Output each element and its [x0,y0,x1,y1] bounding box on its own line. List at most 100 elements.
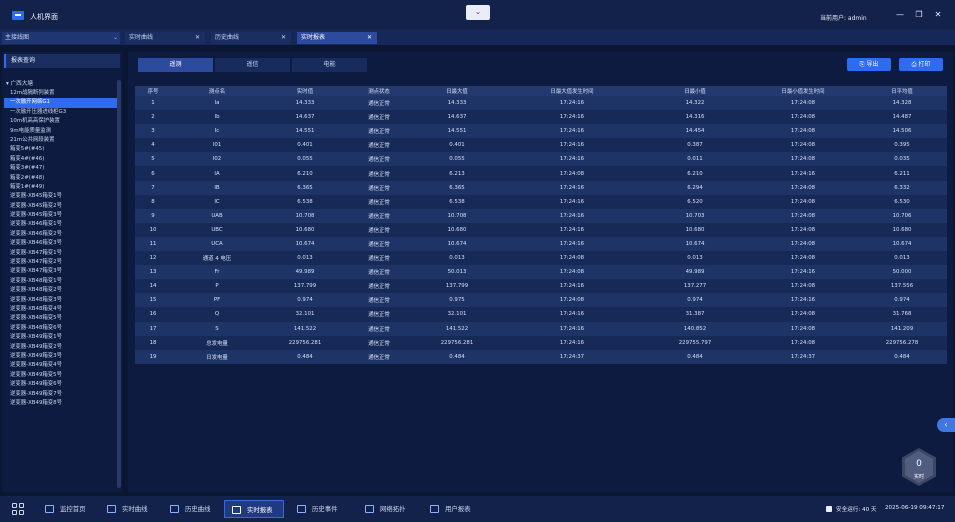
table-row[interactable]: 9 UAB 10.708 通信正常 10.708 17:24:16 10.703 17:24:… [135,208,947,223]
tree-item[interactable]: 12m战隔断列装置 [4,89,118,98]
table-row[interactable]: 1 Ia 14.333 通信正常 14.333 17:24:16 14.322 17:24:0… [135,96,947,111]
lock-icon [826,506,832,512]
table-row[interactable]: 18 总发电量 229756.281 通信正常 229756.281 17:24:16 22… [135,335,947,350]
subtab-energy[interactable]: 电能 [292,58,367,72]
diagram-select[interactable]: 主接线图 ⌄ [2,32,120,44]
tree-item[interactable]: 逆变器-XB46箱变2号 [4,230,118,239]
table-row[interactable]: 7 IB 6.365 通信正常 6.365 17:24:16 6.294 17:24:08 6.… [135,180,947,195]
close-tab-icon[interactable]: ✕ [367,32,372,44]
table-cell: 0.013 [641,251,749,266]
table-cell: 通信正常 [347,349,411,364]
tree-item[interactable]: 逆变器-XB48箱变5号 [4,314,118,323]
subtab-telesignal[interactable]: 遥信 [215,58,290,72]
tree-item[interactable]: 逆变器-XB45箱变2号 [4,202,118,211]
table-row[interactable]: 4 I01 0.401 通信正常 0.401 17:24:16 0.387 17:24:08 0… [135,138,947,153]
table-row[interactable]: 14 P 137.799 通信正常 137.799 17:24:16 137.277 17:2… [135,279,947,294]
export-button[interactable]: ⎘ 导出 [847,58,891,71]
table-row[interactable]: 12 通道 4 电压 0.013 通信正常 0.013 17:24:08 0.013 17:2… [135,251,947,266]
tree-item[interactable]: 逆变器-XB49箱变8号 [4,399,118,408]
nav-user-report[interactable]: 用户报表 [423,500,481,518]
tree-item[interactable]: 逆变器-XB47箱变1号 [4,249,118,258]
tree-item[interactable]: 逆变器-XB49箱变4号 [4,361,118,370]
table-row[interactable]: 8 IC 6.538 通信正常 6.538 17:24:16 6.520 17:24:08 6.… [135,194,947,209]
tree-item[interactable]: 逆变器-XB48箱变3号 [4,296,118,305]
tree-item[interactable]: 逆变器-XB46箱变3号 [4,239,118,248]
table-row[interactable]: 19 日发电量 0.484 通信正常 0.484 17:24:37 0.484 17:24:3… [135,349,947,364]
table-cell: 6.332 [857,180,947,195]
tree-item[interactable]: 逆变器-XB49箱变1号 [4,333,118,342]
table-cell: 17:24:08 [749,307,857,322]
tree-item[interactable]: 9m电能质量监测 [4,127,118,136]
table-row[interactable]: 11 UCA 10.674 通信正常 10.674 17:24:16 10.674 17:24… [135,236,947,252]
nav-realtime-report[interactable]: 实时报表 [224,500,284,518]
table-row[interactable]: 3 Ic 14.551 通信正常 14.551 17:24:16 14.454 17:24:0… [135,124,947,139]
minimize-button[interactable]: — [894,9,906,21]
table-row[interactable]: 13 Fr 49.989 通信正常 50.013 17:24:08 49.989 17:24:… [135,265,947,280]
tree-item[interactable]: 逆变器-XB47箱变2号 [4,258,118,267]
tree-item[interactable]: 箱变4#(#46) [4,155,118,164]
sidebar-scrollbar[interactable] [117,80,121,488]
table-cell: 6.210 [641,166,749,181]
print-button[interactable]: ⎙ 打印 [899,58,943,71]
tree-item[interactable]: 逆变器-XB45箱变1号 [4,192,118,201]
subtab-telemetry[interactable]: 遥测 [138,58,213,72]
table-row[interactable]: 16 Q 32.101 通信正常 32.101 17:24:16 31.387 17:24:0… [135,307,947,322]
tree-item[interactable]: 逆变器-XB49箱变2号 [4,343,118,352]
tab-realtime-report[interactable]: 实时报表 ✕ [297,32,377,44]
home-icon [45,505,54,513]
collapse-toolbar-button[interactable]: ⌄ [466,5,490,20]
nav-network-topology[interactable]: 网络拓扑 [358,500,416,518]
table-cell: 141.522 [411,321,503,336]
table-cell: UBC [171,222,263,237]
realtime-count: 0 [916,459,922,469]
tree-item[interactable]: 逆变器-XB49箱变7号 [4,390,118,399]
table-cell: 7 [135,180,171,195]
tree-item[interactable]: 箱变2#(#48) [4,174,118,183]
close-tab-icon[interactable]: ✕ [195,32,200,44]
tree-item[interactable]: 10m机高高保护装置 [4,117,118,126]
table-header-row: 序号 测点名 实时值 测点状态 日最大值 日最大值发生时间 日最小值 日最小值发生时间 日平均值 [135,86,947,96]
chevron-left-icon[interactable]: ‹ [937,418,955,432]
app-logo-icon [12,11,24,20]
tree-item[interactable]: 逆变器-XB46箱变1号 [4,220,118,229]
tree-item[interactable]: 箱变1#(#49) [4,183,118,192]
tree-item[interactable]: 逆变器-XB49箱变6号 [4,380,118,389]
table-cell: 17:24:08 [749,138,857,153]
tree-item[interactable]: 逆变器-XB49箱变5号 [4,371,118,380]
table-cell: 17:24:08 [503,251,641,266]
table-cell: 10.674 [641,236,749,252]
nav-history-event[interactable]: 历史事件 [290,500,352,518]
tab-realtime-curve[interactable]: 实时曲线 ✕ [125,32,205,44]
table-row[interactable]: 15 PF 0.974 通信正常 0.975 17:24:08 0.974 17:24:16 0… [135,293,947,308]
nav-home[interactable]: 监控首页 [38,500,94,518]
table-cell: 5 [135,152,171,167]
tree-item[interactable]: 逆变器-XB48箱变6号 [4,324,118,333]
table-cell: 17:24:37 [749,349,857,364]
apps-grid-icon[interactable] [12,503,24,515]
tree-item[interactable]: 一次融开网络G1 [4,98,118,108]
nav-history-curve[interactable]: 历史曲线 [163,500,219,518]
tree-item[interactable]: 逆变器-XB48箱变2号 [4,286,118,295]
table-row[interactable]: 2 Ib 14.637 通信正常 14.637 17:24:16 14.316 17:24:0… [135,110,947,125]
table-row[interactable]: 17 S 141.522 通信正常 141.522 17:24:16 140.852 17:2… [135,321,947,336]
tree-item[interactable]: 逆变器-XB45箱变3号 [4,211,118,220]
tree-item[interactable]: 箱变5#(#45) [4,145,118,154]
tree-item[interactable]: 21m公共网段装置 [4,136,118,145]
tab-history-curve[interactable]: 历史曲线 ✕ [211,32,291,44]
table-cell: 3 [135,124,171,139]
nav-realtime-curve[interactable]: 实时曲线 [100,500,156,518]
tree-item[interactable]: 逆变器-XB48箱变4号 [4,305,118,314]
tree-item[interactable]: 逆变器-XB47箱变3号 [4,267,118,276]
maximize-button[interactable]: ❐ [913,9,925,21]
table-cell: 15 [135,293,171,308]
tree-item[interactable]: 逆变器-XB48箱变1号 [4,277,118,286]
tree-item[interactable]: 一次融开压器进线柜G3 [4,108,118,117]
close-tab-icon[interactable]: ✕ [281,32,286,44]
table-row[interactable]: 10 UBC 10.680 通信正常 10.680 17:24:16 10.680 17:24… [135,222,947,237]
table-row[interactable]: 6 IA 6.210 通信正常 6.213 17:24:08 6.210 17:24:16 6.… [135,166,947,181]
tree-item[interactable]: 箱变3#(#47) [4,164,118,173]
tree-root[interactable]: ▾ 广西大塘 [4,80,118,89]
tree-item[interactable]: 逆变器-XB49箱变3号 [4,352,118,361]
close-window-button[interactable]: ✕ [932,9,944,21]
table-row[interactable]: 5 I02 0.055 通信正常 0.055 17:24:16 0.011 17:24:08 0… [135,152,947,167]
